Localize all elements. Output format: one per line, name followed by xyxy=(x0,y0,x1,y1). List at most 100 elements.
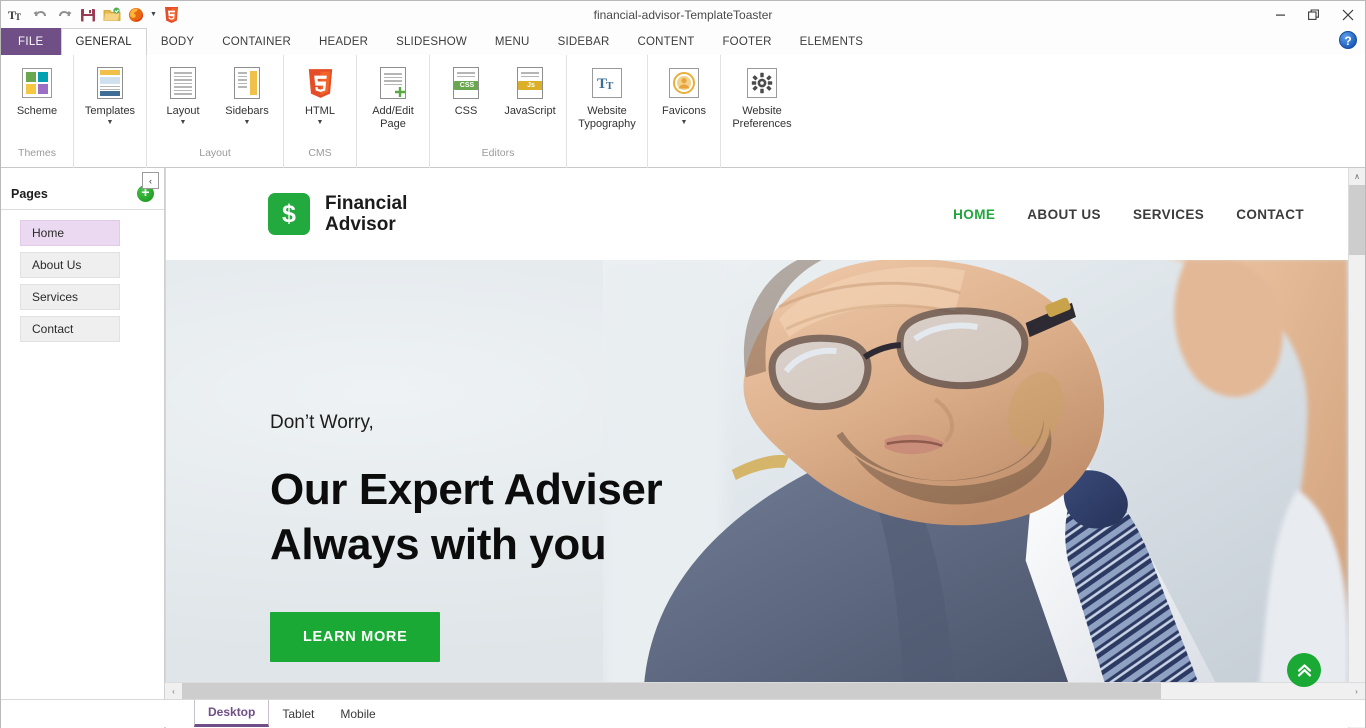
save-icon[interactable] xyxy=(77,4,99,26)
tab-slideshow[interactable]: SLIDESHOW xyxy=(382,28,481,55)
minimize-button[interactable] xyxy=(1263,1,1297,28)
site-header: $ Financial Advisor HOME ABOUT US SERVIC… xyxy=(166,168,1348,260)
scroll-left-button[interactable]: ‹ xyxy=(165,683,182,699)
hero-photo xyxy=(603,260,1348,703)
ribbon-group-editors-label: Editors xyxy=(481,147,515,159)
page-list: Home About Us Services Contact xyxy=(1,210,164,342)
website-typography-label: Website Typography xyxy=(578,105,636,130)
templates-dropdown-caret-icon[interactable]: ▼ xyxy=(107,119,114,127)
website-preview[interactable]: $ Financial Advisor HOME ABOUT US SERVIC… xyxy=(165,168,1348,728)
hero-kicker: Don’t Worry, xyxy=(270,412,374,433)
help-icon[interactable]: ? xyxy=(1339,31,1357,49)
website-typography-button[interactable]: TT Website Typography xyxy=(571,61,643,132)
scroll-up-button[interactable]: ∧ xyxy=(1349,168,1365,185)
device-preview-bar: Desktop Tablet Mobile xyxy=(1,699,1365,727)
layout-icon xyxy=(170,63,196,103)
pages-title: Pages xyxy=(11,186,48,201)
restore-button[interactable] xyxy=(1297,1,1331,28)
layout-button[interactable]: Layout ▼ xyxy=(151,61,215,129)
site-brand[interactable]: $ Financial Advisor xyxy=(268,193,407,235)
tab-container[interactable]: CONTAINER xyxy=(208,28,305,55)
favicons-button[interactable]: Favicons ▼ xyxy=(652,61,716,129)
svg-text:T: T xyxy=(606,80,614,92)
ribbon-group-templates: Templates ▼ xyxy=(73,55,146,168)
sidebars-label: Sidebars xyxy=(225,105,269,117)
scheme-label: Scheme xyxy=(16,105,58,117)
redo-icon[interactable] xyxy=(53,4,75,26)
website-preferences-button[interactable]: Website Preferences xyxy=(725,61,799,132)
window-controls xyxy=(1263,1,1365,28)
scroll-right-button[interactable]: › xyxy=(1348,683,1365,699)
site-nav: HOME ABOUT US SERVICES CONTACT xyxy=(953,207,1304,222)
js-file-icon: Js xyxy=(517,63,543,103)
preview-horizontal-scrollbar[interactable]: ‹ › xyxy=(165,682,1365,699)
undo-icon[interactable] xyxy=(29,4,51,26)
vertical-scroll-track[interactable] xyxy=(1349,255,1365,711)
preview-vertical-scrollbar[interactable]: ∧ ∨ xyxy=(1348,168,1365,728)
sidebars-button[interactable]: Sidebars ▼ xyxy=(215,61,279,129)
sidebars-dropdown-caret-icon[interactable]: ▼ xyxy=(244,119,251,127)
sidebars-icon xyxy=(234,63,260,103)
html5-icon[interactable] xyxy=(160,4,182,26)
tab-elements[interactable]: ELEMENTS xyxy=(786,28,878,55)
tab-menu[interactable]: MENU xyxy=(481,28,544,55)
tab-sidebar[interactable]: SIDEBAR xyxy=(544,28,624,55)
html-dropdown-caret-icon[interactable]: ▼ xyxy=(317,119,324,127)
typography-icon[interactable]: TT xyxy=(5,4,27,26)
tab-header[interactable]: HEADER xyxy=(305,28,382,55)
tab-footer[interactable]: FOOTER xyxy=(708,28,785,55)
page-item-home[interactable]: Home xyxy=(20,220,120,246)
horizontal-scroll-thumb[interactable] xyxy=(182,683,1161,699)
device-tab-desktop[interactable]: Desktop xyxy=(194,700,270,727)
device-tab-tablet[interactable]: Tablet xyxy=(269,700,328,727)
templates-label: Templates xyxy=(84,105,136,117)
website-preferences-label: Website Preferences xyxy=(732,105,792,130)
ribbon-group-page: Add/Edit Page xyxy=(356,55,429,168)
nav-link-home[interactable]: HOME xyxy=(953,207,995,222)
tab-content[interactable]: CONTENT xyxy=(623,28,708,55)
favicons-label: Favicons xyxy=(661,105,707,117)
hero-title-line2: Always with you xyxy=(270,520,607,569)
pages-header: Pages + xyxy=(1,168,164,210)
horizontal-scroll-track[interactable] xyxy=(1161,683,1348,699)
ribbon-group-layout-label: Layout xyxy=(199,147,231,159)
tab-body[interactable]: BODY xyxy=(147,28,208,55)
nav-link-contact[interactable]: CONTACT xyxy=(1236,207,1304,222)
nav-link-services[interactable]: SERVICES xyxy=(1133,207,1204,222)
css-button[interactable]: CSS CSS xyxy=(434,61,498,120)
layout-dropdown-caret-icon[interactable]: ▼ xyxy=(180,119,187,127)
nav-link-about-us[interactable]: ABOUT US xyxy=(1027,207,1101,222)
firefox-preview-icon[interactable] xyxy=(125,4,147,26)
ribbon-group-website-preferences: Website Preferences xyxy=(720,55,803,168)
firefox-dropdown-caret-icon[interactable]: ▼ xyxy=(149,11,158,18)
page-item-about-us[interactable]: About Us xyxy=(20,252,120,278)
javascript-button[interactable]: Js JavaScript xyxy=(498,61,562,120)
page-item-services[interactable]: Services xyxy=(20,284,120,310)
tab-file[interactable]: FILE xyxy=(1,28,61,55)
brand-name-line2: Advisor xyxy=(325,214,396,235)
templates-button[interactable]: Templates ▼ xyxy=(78,61,142,129)
ribbon-group-cms: HTML ▼ CMS xyxy=(283,55,356,168)
html-button[interactable]: HTML ▼ xyxy=(288,61,352,129)
scheme-button[interactable]: Scheme xyxy=(5,61,69,120)
quick-access-toolbar: TT ▼ xyxy=(1,4,182,26)
learn-more-button[interactable]: LEARN MORE xyxy=(270,612,441,662)
ribbon-group-themes: Scheme Themes xyxy=(1,55,73,168)
open-folder-icon[interactable] xyxy=(101,4,123,26)
collapse-panel-button[interactable]: ‹ xyxy=(142,172,159,189)
ribbon-group-layout: Layout ▼ Sidebars ▼ Layout xyxy=(146,55,283,168)
main-area: ‹ Pages + Home About Us Services Contact… xyxy=(1,168,1365,728)
website-preferences-icon xyxy=(747,63,777,103)
tab-general[interactable]: GENERAL xyxy=(60,28,147,55)
scroll-to-top-button[interactable] xyxy=(1287,653,1321,687)
add-edit-page-button[interactable]: Add/Edit Page xyxy=(361,61,425,132)
ribbon-group-favicons: Favicons ▼ xyxy=(647,55,720,168)
favicons-dropdown-caret-icon[interactable]: ▼ xyxy=(681,119,688,127)
add-edit-page-label: Add/Edit Page xyxy=(372,105,414,130)
javascript-label: JavaScript xyxy=(504,105,556,117)
device-tab-mobile[interactable]: Mobile xyxy=(327,700,389,727)
page-item-contact[interactable]: Contact xyxy=(20,316,120,342)
close-button[interactable] xyxy=(1331,1,1365,28)
vertical-scroll-thumb[interactable] xyxy=(1349,185,1365,255)
window-title: financial-advisor-TemplateToaster xyxy=(593,7,773,22)
